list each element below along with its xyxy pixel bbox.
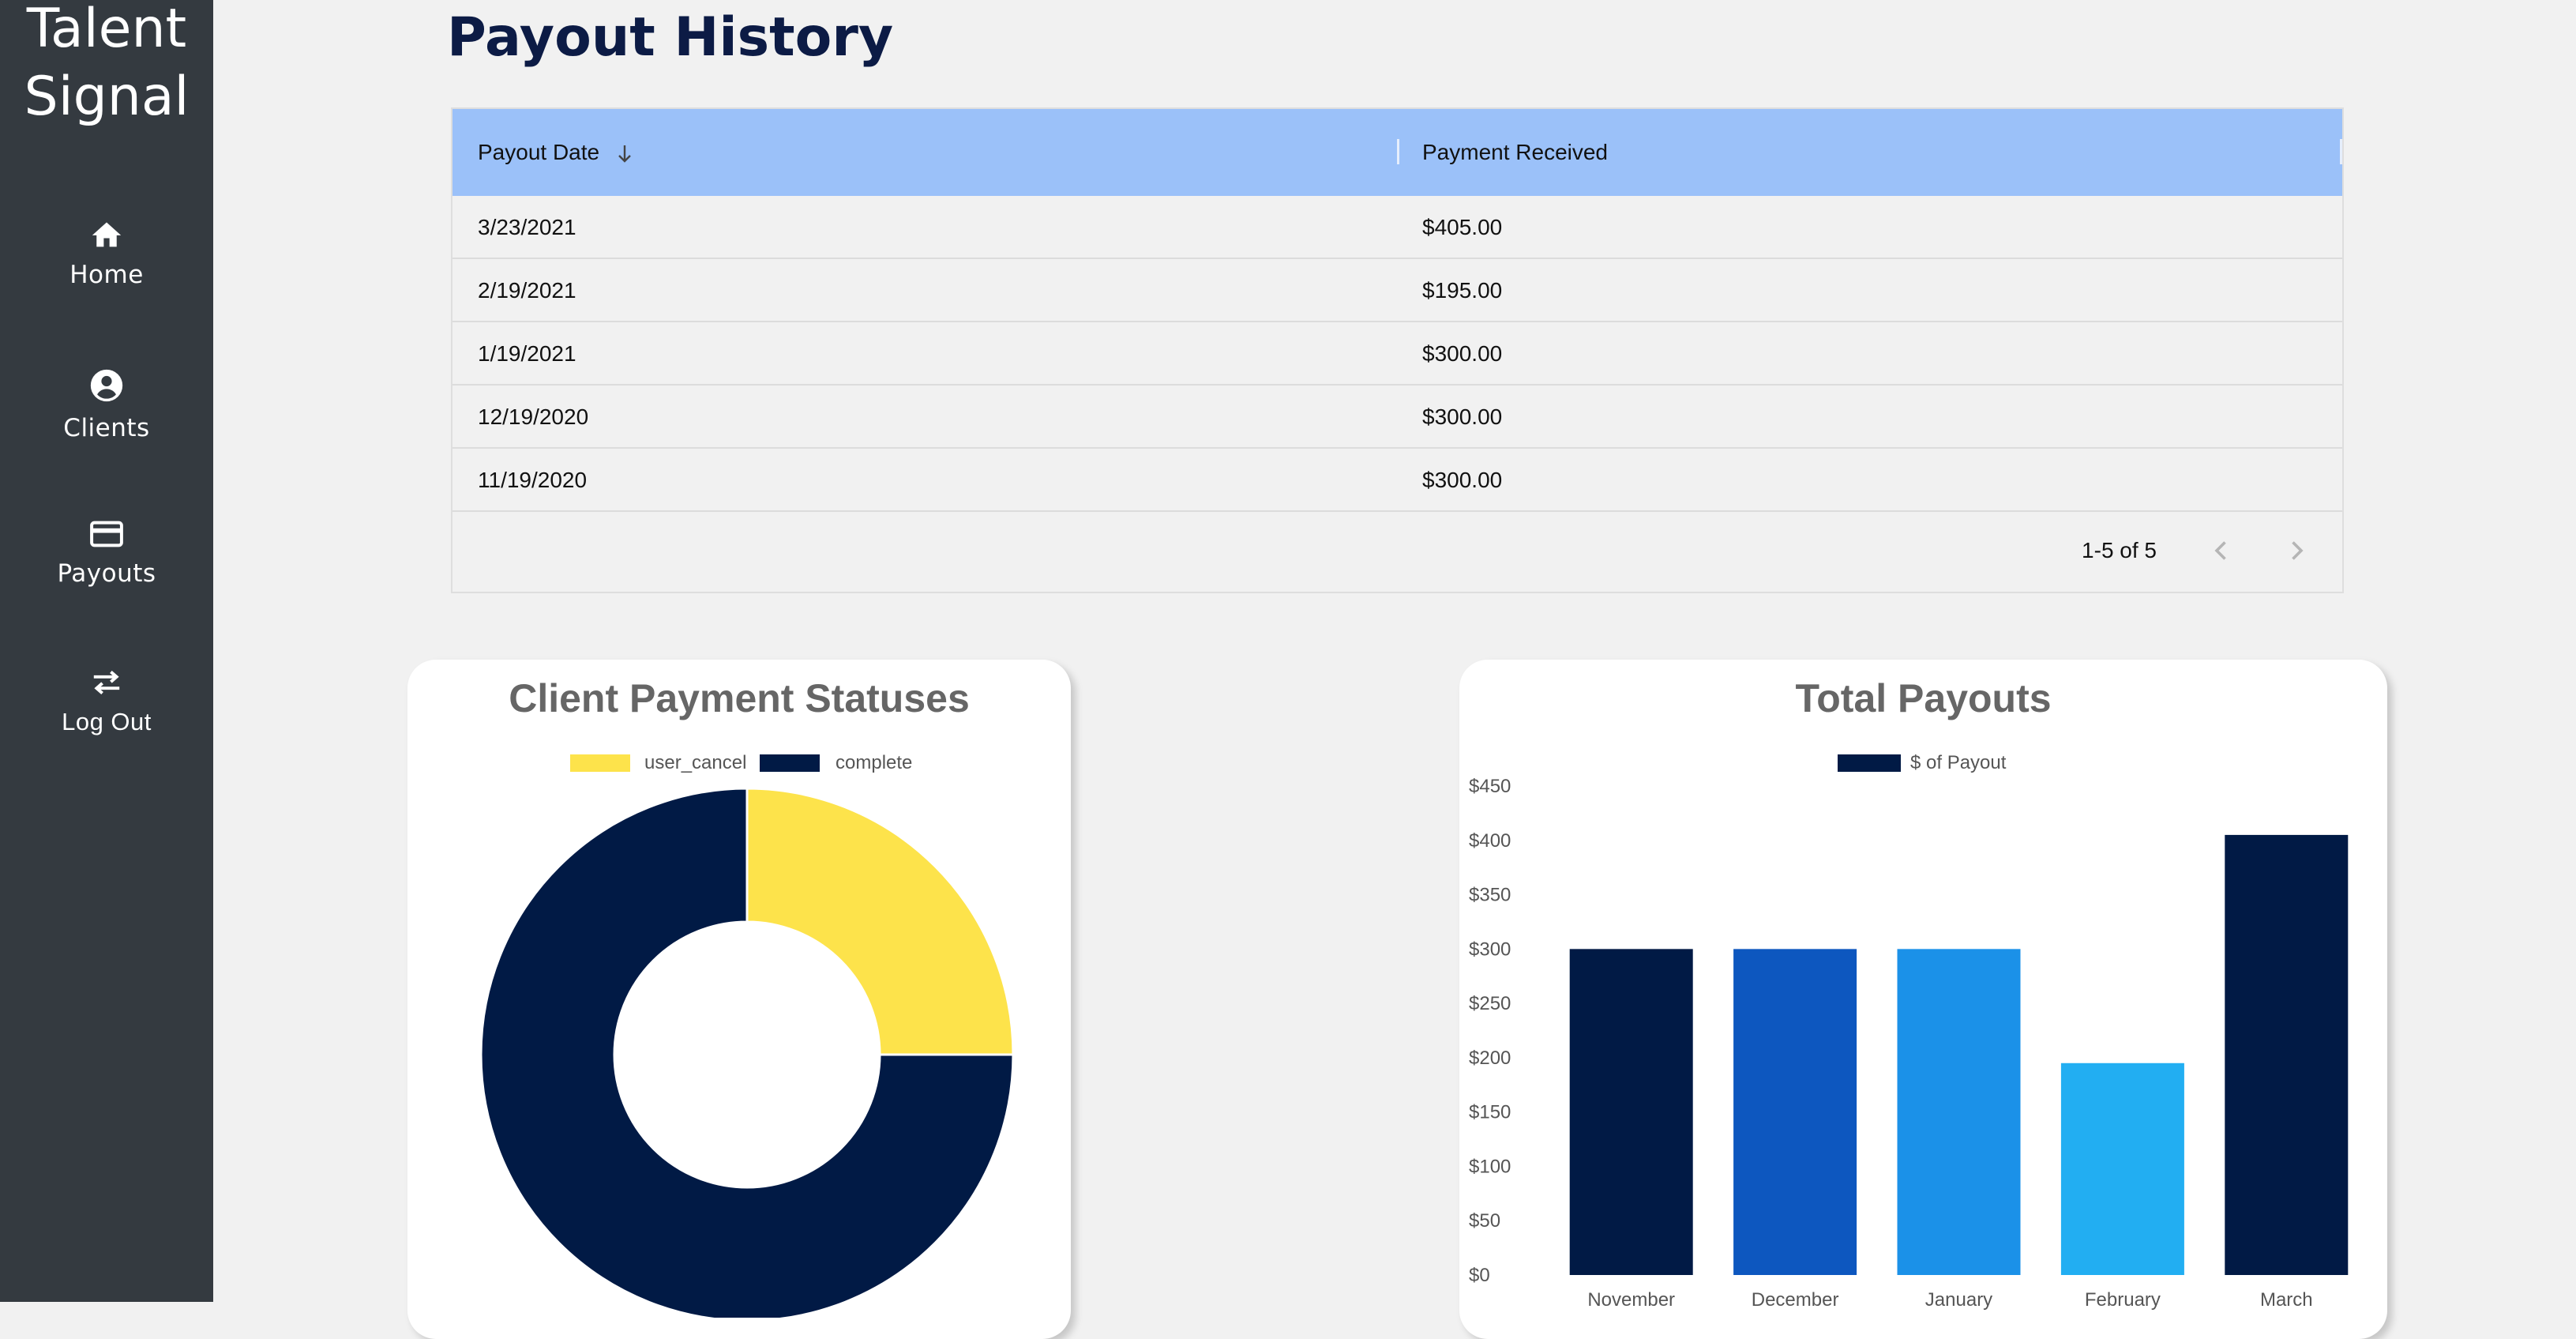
column-header-label: Payout Date [478, 140, 600, 164]
column-header-payment-received[interactable]: Payment Received [1422, 109, 1608, 196]
home-icon [92, 222, 122, 247]
cell-payment-received: $300.00 [1422, 468, 1503, 492]
table-pagination: 1-5 of 5 [452, 510, 2342, 592]
y-tick-label: $350 [1469, 885, 1511, 906]
table-row[interactable]: 11/19/2020 $300.00 [452, 449, 2342, 512]
cell-payout-date: 2/19/2021 [478, 278, 576, 303]
bar-chart: $0 $50 $100 $150 $200 $250 $300 $350 $400 $450 Nov… [1469, 776, 2349, 1311]
cell-payout-date: 11/19/2020 [478, 468, 588, 492]
table-row[interactable]: 2/19/2021 $195.00 [452, 259, 2342, 322]
x-tick-label: January [1925, 1289, 1992, 1311]
bar-november[interactable] [1569, 949, 1693, 1275]
y-tick-label: $150 [1469, 1102, 1511, 1123]
account-circle-icon [90, 369, 123, 402]
sidebar-item-payouts[interactable]: Payouts [0, 520, 213, 588]
column-resize-handle[interactable] [2340, 139, 2342, 164]
bar-december[interactable] [1733, 949, 1857, 1275]
pagination-count: 1-5 of 5 [2082, 538, 2157, 562]
y-tick-label: $0 [1469, 1265, 1490, 1286]
cell-payout-date: 12/19/2020 [478, 404, 589, 429]
payout-table: Payout Date Payment Received 3/23/2021 $… [451, 107, 2344, 593]
y-tick-label: $450 [1469, 776, 1511, 797]
y-tick-label: $100 [1469, 1156, 1511, 1177]
chevron-right-icon[interactable] [2282, 536, 2311, 565]
column-header-payout-date[interactable]: Payout Date [478, 109, 634, 196]
table-row[interactable]: 12/19/2020 $300.00 [452, 386, 2342, 449]
x-tick-label: March [2260, 1289, 2313, 1311]
cell-payment-received: $300.00 [1422, 404, 1503, 429]
y-tick-label: $50 [1469, 1210, 1500, 1232]
sidebar-item-logout[interactable]: Log Out [0, 668, 213, 736]
chevron-left-icon[interactable] [2207, 536, 2236, 565]
sidebar-item-label: Log Out [62, 708, 152, 735]
sidebar-item-label: Home [69, 261, 144, 289]
brand-line-2: Signal [24, 66, 190, 128]
bar-february[interactable] [2060, 1063, 2184, 1275]
donut-slice-user-cancel[interactable] [745, 787, 1015, 1056]
x-tick-label: December [1752, 1289, 1839, 1311]
page-title: Payout History [447, 6, 894, 69]
y-tick-label: $400 [1469, 830, 1511, 852]
bar-march[interactable] [2225, 834, 2349, 1275]
client-payment-statuses-card: Client Payment Statuses user_cancel comp… [407, 660, 1071, 1339]
cell-payout-date: 3/23/2021 [478, 215, 576, 239]
y-tick-label: $250 [1469, 993, 1511, 1014]
brand-line-1: Talent [26, 0, 187, 60]
brand-logo[interactable]: Talent Signal [0, 0, 213, 131]
y-tick-label: $200 [1469, 1048, 1511, 1069]
cell-payment-received: $405.00 [1422, 215, 1503, 239]
credit-card-icon [90, 521, 123, 547]
arrow-down-icon[interactable] [615, 143, 634, 165]
sidebar: Talent Signal Home Clients Payouts Log O… [0, 0, 213, 1302]
cell-payment-received: $300.00 [1422, 341, 1503, 366]
y-tick-label: $300 [1469, 938, 1511, 960]
swap-arrows-icon [93, 671, 120, 694]
x-tick-label: November [1587, 1289, 1675, 1311]
column-header-label: Payment Received [1422, 140, 1609, 164]
column-resize-handle[interactable] [1397, 139, 1399, 164]
sidebar-item-label: Payouts [57, 559, 156, 588]
table-row[interactable]: 1/19/2021 $300.00 [452, 322, 2342, 386]
sidebar-item-home[interactable]: Home [0, 218, 213, 289]
bar-january[interactable] [1897, 949, 2021, 1275]
table-row[interactable]: 3/23/2021 $405.00 [452, 196, 2342, 259]
x-tick-label: February [2085, 1289, 2161, 1311]
cell-payment-received: $195.00 [1422, 278, 1503, 303]
sidebar-item-clients[interactable]: Clients [0, 368, 213, 442]
table-header: Payout Date Payment Received [452, 109, 2342, 196]
sidebar-item-label: Clients [63, 414, 150, 442]
total-payouts-card: Total Payouts $ of Payout $0 $50 $100 $150 $… [1459, 660, 2387, 1339]
donut-chart [479, 787, 1015, 1318]
cell-payout-date: 1/19/2021 [478, 341, 576, 366]
